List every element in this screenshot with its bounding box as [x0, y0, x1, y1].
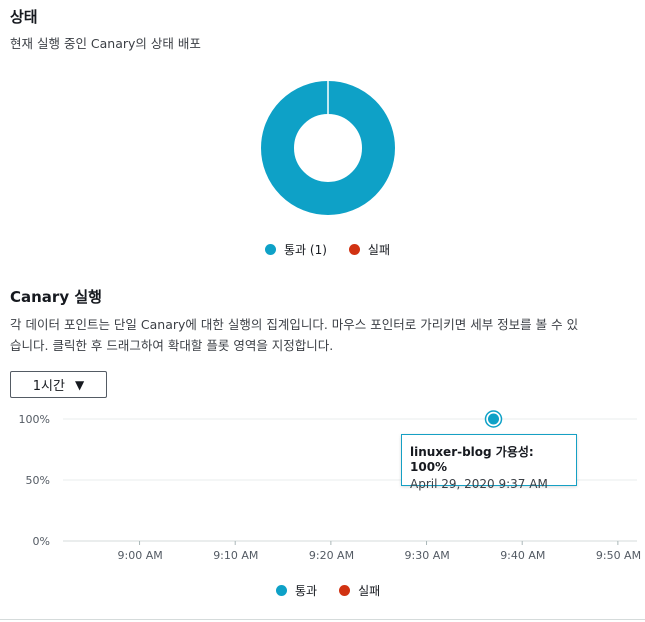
legend-pass-label: 통과 (1)	[284, 243, 327, 257]
legend-fail-label: 실패	[367, 243, 390, 257]
pass-dot-icon	[276, 585, 287, 596]
legend-pass[interactable]: 통과 (1)	[265, 241, 327, 258]
x-tick-label: 9:10 AM	[213, 549, 259, 562]
caret-down-icon: ▼	[74, 377, 85, 392]
x-axis-labels: 9:00 AM 9:10 AM 9:20 AM 9:30 AM 9:40 AM 9:50 …	[0, 548, 645, 568]
runs-legend-pass[interactable]: 통과	[276, 582, 317, 599]
time-range-value: 1시간	[32, 379, 65, 394]
tooltip-title: linuxer-blog 가용성: 100%	[410, 445, 534, 474]
tooltip-time: April 29, 2020 9:37 AM	[410, 477, 548, 491]
runs-description-line2: 습니다. 클릭한 후 드래그하여 확대할 플롯 영역을 지정합니다.	[10, 338, 334, 353]
status-donut-chart	[261, 81, 395, 215]
x-tick-label: 9:20 AM	[308, 549, 355, 562]
fail-dot-icon	[339, 585, 351, 596]
x-tick-label: 9:40 AM	[500, 549, 546, 562]
data-point-tooltip: linuxer-blog 가용성: 100% April 29, 2020 9:…	[401, 434, 577, 491]
x-tick-label: 9:50 AM	[595, 549, 642, 562]
legend-fail[interactable]: 실패	[348, 241, 390, 258]
runs-description-line1: 각 데이터 포인트는 단일 Canary에 대한 실행의 집계입니다. 마우스 …	[10, 317, 579, 332]
x-tick-label: 9:00 AM	[117, 549, 163, 562]
status-title: 상태	[10, 8, 38, 26]
runs-legend-fail[interactable]: 실패	[339, 582, 380, 599]
runs-legend: 통과 실패	[276, 582, 402, 599]
bottom-divider	[0, 619, 645, 620]
time-range-select[interactable]: 1시간 ▼	[10, 371, 107, 398]
x-tick-label: 9:30 AM	[404, 549, 450, 562]
status-legend: 통과 (1) 실패	[265, 241, 412, 258]
data-point[interactable]	[488, 413, 499, 425]
runs-legend-pass-label: 통과	[295, 584, 318, 598]
fail-dot-icon	[348, 244, 360, 255]
status-description: 현재 실행 중인 Canary의 상태 배포	[10, 36, 201, 51]
runs-legend-fail-label: 실패	[358, 584, 381, 598]
runs-title: Canary 실행	[10, 288, 102, 306]
pass-dot-icon	[265, 244, 276, 255]
